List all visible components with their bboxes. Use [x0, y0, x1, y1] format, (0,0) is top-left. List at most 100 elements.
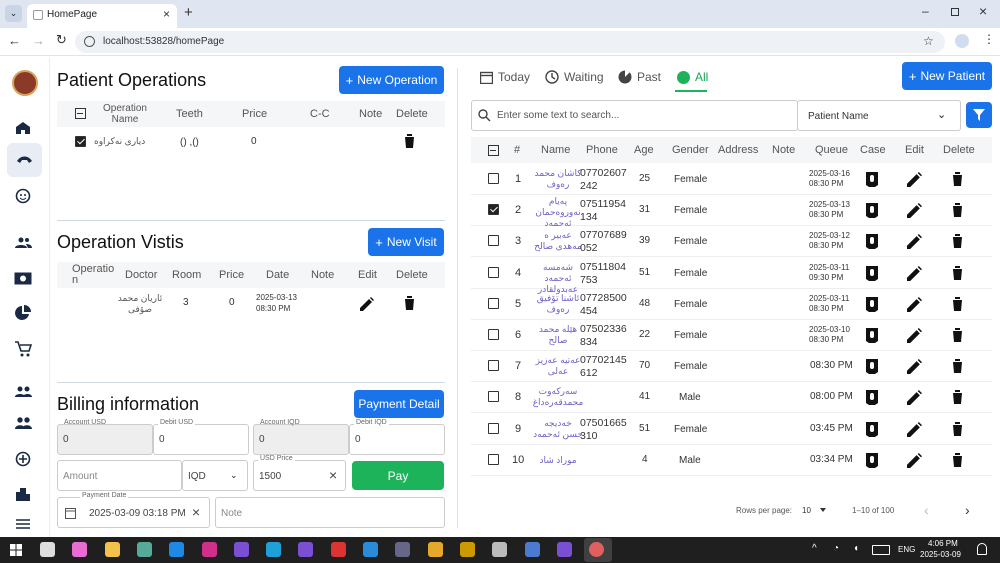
select-all-operations-checkbox[interactable]: [75, 108, 86, 119]
copilot-icon[interactable]: [72, 542, 88, 557]
row-checkbox[interactable]: [488, 422, 499, 434]
case-icon[interactable]: [866, 421, 878, 437]
new-patient-button[interactable]: + New Patient: [902, 62, 992, 90]
edit-icon[interactable]: [907, 203, 922, 219]
currency-select[interactable]: IQD ⌄: [182, 460, 248, 491]
prev-page-icon[interactable]: ‹: [924, 502, 929, 518]
pay-button[interactable]: Pay: [352, 461, 444, 490]
delete-operation-icon[interactable]: [404, 134, 415, 148]
row-checkbox[interactable]: [488, 391, 499, 403]
table-row[interactable]: 6 هێلە محمد صالح 07502336 834 22 Female 2025-03…: [471, 320, 992, 351]
tab-all[interactable]: All: [677, 70, 708, 84]
table-row[interactable]: 4 شەمسە ئەحمەد عەبدولقادر 07511804 753 51 Fema…: [471, 258, 992, 294]
postgres-icon[interactable]: [395, 542, 411, 557]
case-icon[interactable]: [866, 328, 878, 343]
edit-icon[interactable]: [907, 265, 922, 281]
volume-icon[interactable]: ◖: [853, 543, 859, 554]
case-icon[interactable]: [866, 452, 878, 468]
group-icon[interactable]: [15, 386, 32, 397]
browser-tab[interactable]: HomePage ×: [27, 4, 177, 28]
reload-icon[interactable]: ↻: [56, 32, 67, 48]
case-icon[interactable]: [866, 265, 878, 281]
filter-button[interactable]: [966, 102, 992, 128]
edit-icon[interactable]: [907, 390, 922, 406]
app-icon[interactable]: [492, 542, 508, 557]
table-row[interactable]: 2 پەیام نەوروەحمان ئەحمەد 07511954 134 31 Femal…: [471, 195, 992, 229]
edit-icon[interactable]: [907, 234, 922, 250]
delete-icon[interactable]: [952, 172, 963, 186]
patient-name[interactable]: هێلە محمد صالح: [532, 324, 584, 346]
patient-name[interactable]: سەرکەوت محمدقەرەداغ: [532, 386, 584, 408]
keyboard-icon[interactable]: [872, 545, 890, 555]
money-icon[interactable]: [14, 272, 32, 285]
table-row[interactable]: 10 موراد شاد 4 Male 03:34 PM: [471, 445, 992, 476]
search-by-select[interactable]: Patient Name ⌄: [797, 100, 961, 131]
calendar-icon[interactable]: [65, 507, 76, 519]
edit-icon[interactable]: [907, 359, 922, 375]
new-tab-button[interactable]: +: [184, 4, 193, 21]
clock-date[interactable]: 2025-03-09: [920, 550, 961, 559]
edit-icon[interactable]: [907, 421, 922, 437]
edit-icon[interactable]: [907, 172, 922, 187]
payment-detail-button[interactable]: Payment Detail: [354, 390, 444, 418]
delete-icon[interactable]: [952, 328, 963, 342]
tab-past[interactable]: Past: [618, 70, 661, 84]
chrome-icon[interactable]: [427, 542, 443, 557]
delete-icon[interactable]: [952, 452, 963, 467]
delete-icon[interactable]: [952, 265, 963, 280]
menu-icon[interactable]: [16, 519, 30, 529]
search-input[interactable]: Enter some text to search...: [471, 100, 798, 131]
task-view-icon[interactable]: [40, 542, 55, 557]
case-icon[interactable]: [866, 390, 878, 406]
windows-start-icon[interactable]: [10, 544, 22, 556]
building-icon[interactable]: [16, 488, 30, 501]
row-checkbox[interactable]: [488, 204, 499, 216]
app-icon[interactable]: [298, 542, 314, 557]
delete-icon[interactable]: [952, 234, 963, 249]
clear-icon[interactable]: ×: [329, 467, 337, 483]
visual-studio-icon[interactable]: [233, 542, 249, 557]
row-checkbox[interactable]: [488, 297, 499, 309]
close-tab-icon[interactable]: ×: [163, 7, 170, 21]
select-all-patients-checkbox[interactable]: [488, 145, 499, 156]
tray-up-icon[interactable]: ^: [812, 543, 817, 554]
profile-icon[interactable]: [955, 34, 969, 48]
row-checkbox[interactable]: [488, 266, 499, 278]
delete-icon[interactable]: [952, 203, 963, 218]
photos-icon[interactable]: [136, 542, 152, 557]
patient-name[interactable]: خەدیجە حسن ئەحمەد: [532, 418, 584, 440]
cart-icon[interactable]: [15, 341, 32, 357]
avatar[interactable]: [12, 70, 38, 96]
delete-icon[interactable]: [952, 421, 963, 436]
menu-dots-icon[interactable]: ⋮: [983, 32, 995, 46]
patient-name[interactable]: عەبیر ە مەهدی صالح: [532, 230, 584, 252]
patient-name[interactable]: پەیام نەوروەحمان ئەحمەد: [532, 196, 584, 229]
operation-row-checkbox[interactable]: [75, 136, 86, 147]
sidebar-item-calls[interactable]: [7, 143, 42, 177]
delete-icon[interactable]: [952, 359, 963, 374]
row-checkbox[interactable]: [488, 453, 499, 465]
table-row[interactable]: 7 عەتیە عەزیز عەلی 07702145 612 70 Female 08:30…: [471, 351, 992, 383]
app-icon[interactable]: [459, 542, 475, 557]
case-icon[interactable]: [866, 296, 878, 312]
forward-icon[interactable]: →: [32, 33, 45, 48]
rows-per-page-select[interactable]: 10: [802, 504, 830, 518]
next-page-icon[interactable]: ›: [965, 502, 970, 518]
add-circle-icon[interactable]: [15, 451, 31, 467]
restore-icon[interactable]: [951, 8, 959, 16]
pie-chart-icon[interactable]: [15, 305, 31, 321]
table-row[interactable]: 3 عەبیر ە مەهدی صالح 07707689 052 39 Female 202…: [471, 226, 992, 258]
row-checkbox[interactable]: [488, 329, 499, 340]
minimize-icon[interactable]: –: [922, 4, 929, 18]
case-icon[interactable]: [866, 172, 878, 187]
tab-today[interactable]: Today: [480, 70, 530, 84]
clock-time[interactable]: 4:06 PM: [928, 539, 958, 548]
edit-icon[interactable]: [907, 296, 922, 312]
edit-icon[interactable]: [907, 328, 922, 343]
vscode-icon[interactable]: [363, 542, 378, 557]
tab-waiting[interactable]: Waiting: [545, 70, 604, 84]
notification-icon[interactable]: [977, 543, 987, 555]
star-icon[interactable]: ☆: [923, 34, 934, 48]
calculator-icon[interactable]: [524, 542, 540, 557]
patient-name[interactable]: ئاشنا تۆفیق رەوف: [532, 293, 584, 315]
